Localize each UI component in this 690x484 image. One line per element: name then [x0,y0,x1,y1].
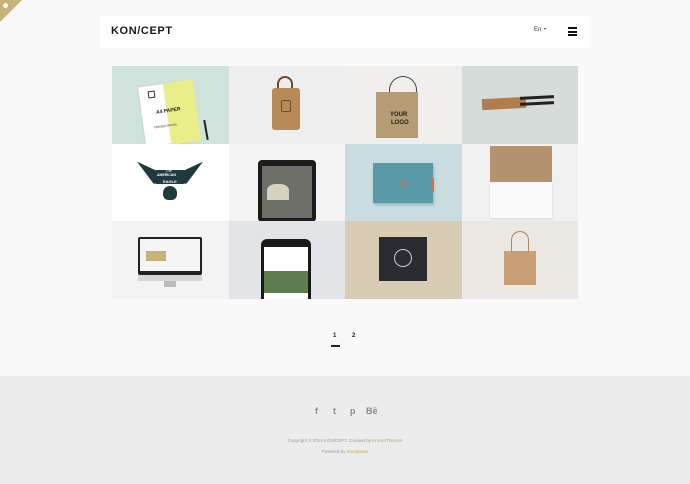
portfolio-item[interactable] [228,66,345,144]
portfolio-item[interactable] [461,66,578,144]
portfolio-item[interactable] [461,221,578,299]
powered-prefix: Powered by [321,449,347,454]
powered-by-text: Powered by Wordpress [0,449,690,454]
portfolio-item[interactable] [228,221,345,299]
author-link[interactable]: KnownThemes [372,438,402,443]
copyright-text: Copyright © 2014 KON/CEPT. Created by Kn… [0,438,690,443]
portfolio-grid: A4 PAPER PRESENTATION YOUR LOGO The AMER… [112,66,578,299]
portfolio-item[interactable]: A4 PAPER PRESENTATION [112,66,229,144]
portfolio-item[interactable]: The AMERICAN EAGLE [112,143,229,222]
twitter-icon[interactable]: t [333,406,336,416]
portfolio-item[interactable] [345,143,462,222]
tile-text: YOUR [390,112,408,118]
tile-text: AMERICAN [157,172,176,177]
language-switcher[interactable]: En [534,27,547,33]
language-label: En [534,27,542,33]
caret-down-icon [544,28,547,31]
active-page-indicator [331,345,340,347]
corner-dot-icon [3,3,8,8]
pagination: 1 2 [0,333,690,353]
page-link-2[interactable]: 2 [352,333,355,339]
facebook-icon[interactable]: f [315,406,318,416]
hamburger-menu-icon[interactable] [568,27,577,36]
page-link-1[interactable]: 1 [333,333,336,339]
portfolio-item[interactable]: YOUR LOGO [345,66,462,144]
portfolio-item[interactable] [112,221,229,299]
site-logo[interactable]: KON/CEPT [111,25,173,37]
site-header: KON/CEPT En [100,16,589,48]
tile-text: LOGO [391,120,409,126]
tile-text: EAGLE [163,178,177,184]
portfolio-item[interactable] [228,143,345,222]
wordpress-link[interactable]: Wordpress [347,449,369,454]
pinterest-icon[interactable]: p [350,406,356,416]
copyright-prefix: Copyright © 2014 KON/CEPT. Created by [287,438,373,443]
portfolio-item[interactable] [461,143,578,222]
site-footer: f t p Bē Copyright © 2014 KON/CEPT. Crea… [0,376,690,484]
behance-icon[interactable]: Bē [366,406,378,416]
social-links: f t p Bē [0,406,690,418]
portfolio-item[interactable] [345,221,462,299]
